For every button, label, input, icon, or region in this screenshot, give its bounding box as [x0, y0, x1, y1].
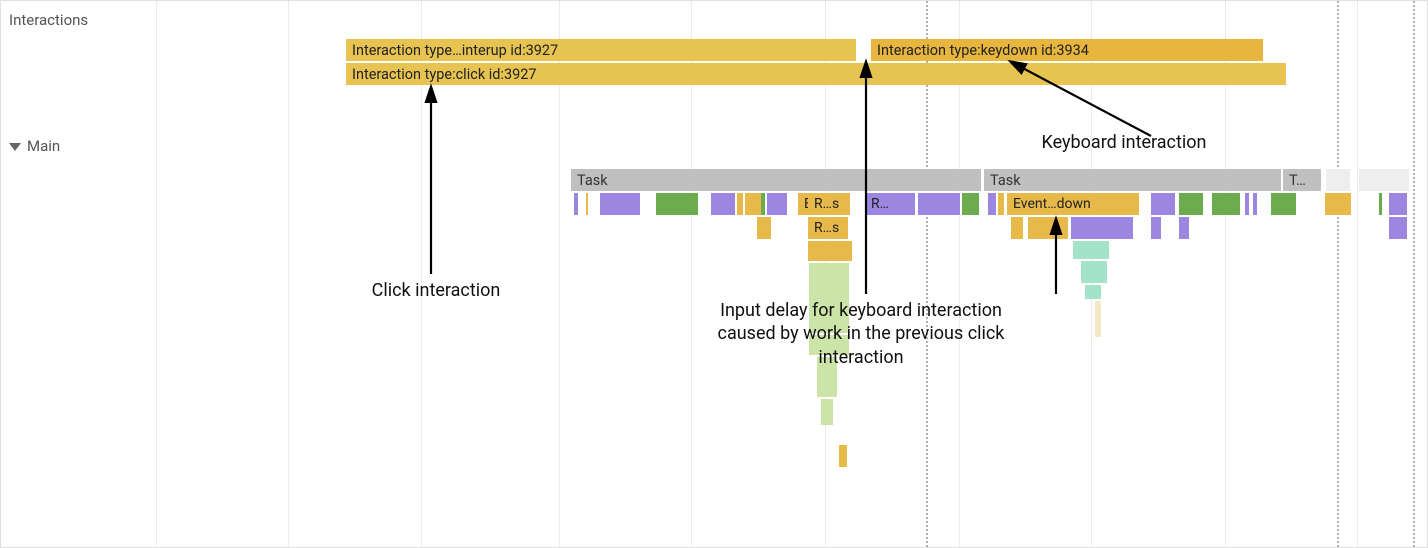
flame-rect[interactable]	[821, 399, 833, 425]
flame-rect[interactable]	[1253, 193, 1257, 215]
flame-rect[interactable]	[918, 193, 960, 215]
flame-rect[interactable]	[745, 193, 761, 215]
arrow-input-delay	[854, 61, 884, 296]
flame-rect[interactable]	[1245, 193, 1249, 215]
task-bar[interactable]: T…	[1283, 169, 1321, 191]
flame-rect[interactable]	[1081, 261, 1107, 283]
task-bar[interactable]: Task	[984, 169, 1281, 191]
flame-rect[interactable]	[1179, 217, 1189, 239]
flame-rect[interactable]	[574, 193, 578, 215]
event-bar[interactable]: R…s	[808, 217, 848, 239]
flame-rect[interactable]	[1073, 241, 1109, 259]
task-bar[interactable]: Task	[571, 169, 981, 191]
annotation-input-delay: Input delay for keyboard interaction cau…	[701, 299, 1021, 369]
flame-rect[interactable]	[600, 193, 640, 215]
annotation-keyboard-interaction: Keyboard interaction	[1009, 131, 1239, 154]
gridline	[156, 1, 157, 547]
main-label-text: Main	[27, 137, 60, 155]
main-track-strip	[1359, 169, 1409, 191]
flame-rect[interactable]	[962, 193, 979, 215]
flame-rect[interactable]	[656, 193, 698, 215]
event-bar[interactable]: Event…down	[1007, 193, 1139, 215]
flame-rect[interactable]	[586, 193, 588, 215]
track-label-main[interactable]: Main	[9, 137, 60, 155]
flame-rect[interactable]	[711, 193, 735, 215]
flame-rect[interactable]	[1179, 193, 1203, 215]
flame-rect[interactable]	[839, 445, 847, 467]
flame-rect[interactable]	[1151, 217, 1161, 239]
flame-rect[interactable]	[1085, 285, 1101, 299]
flame-rect[interactable]	[1389, 217, 1407, 239]
flame-rect[interactable]	[988, 193, 996, 215]
annotation-click-interaction: Click interaction	[336, 279, 536, 302]
flame-rect[interactable]	[1151, 193, 1175, 215]
time-marker	[1337, 1, 1339, 547]
flame-rect[interactable]	[757, 217, 771, 239]
arrow-event-down	[1044, 218, 1074, 298]
flame-rect[interactable]	[998, 193, 1004, 215]
flame-rect[interactable]	[1379, 193, 1382, 215]
flame-rect[interactable]	[1011, 217, 1023, 239]
flame-rect[interactable]	[1095, 301, 1101, 337]
flame-rect[interactable]	[1271, 193, 1296, 215]
arrow-click-interaction	[419, 86, 449, 276]
track-label-interactions: Interactions	[9, 11, 88, 29]
chevron-down-icon[interactable]	[9, 143, 21, 151]
interaction-bar-pointerup[interactable]: Interaction type…interup id:3927	[346, 39, 856, 61]
flame-rect[interactable]	[1325, 193, 1351, 215]
flame-rect[interactable]	[737, 193, 743, 215]
main-track-strip	[1326, 169, 1350, 191]
time-marker	[1413, 1, 1415, 547]
flame-rect[interactable]	[1212, 193, 1240, 215]
flame-rect[interactable]	[767, 193, 787, 215]
event-bar[interactable]: R…s	[808, 193, 848, 215]
gridline	[1357, 1, 1358, 547]
gridline	[288, 1, 289, 547]
flame-rect[interactable]	[1389, 193, 1407, 215]
flame-rect[interactable]	[808, 241, 852, 261]
flame-rect[interactable]	[1071, 217, 1133, 239]
flame-rect[interactable]	[761, 193, 765, 215]
